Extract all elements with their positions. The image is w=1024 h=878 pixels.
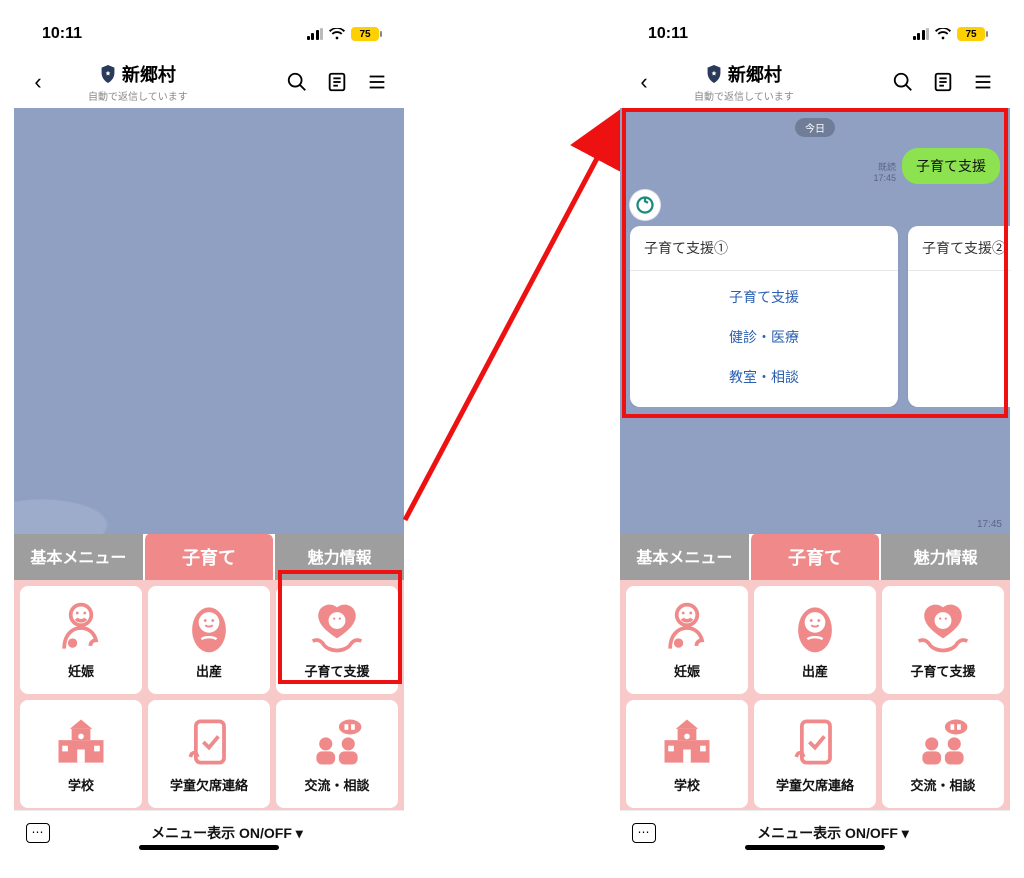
status-bar: 10:11 75 (620, 12, 1010, 56)
verified-shield-icon (100, 65, 116, 83)
notes-icon[interactable] (326, 71, 348, 93)
menu-item-label: 学童欠席連絡 (776, 775, 854, 794)
menu-item-birth[interactable]: 出産 (754, 586, 876, 694)
card-title: 子育て支援① (630, 226, 898, 271)
school-icon (657, 715, 717, 769)
exchange-icon (913, 715, 973, 769)
tab-basic[interactable]: 基本メニュー (14, 534, 143, 580)
sent-time: 17:45 (873, 173, 896, 184)
status-bar: 10:11 75 (14, 12, 404, 56)
wifi-icon (329, 28, 345, 40)
chat-title: 新郷村 (728, 61, 782, 87)
phone-screen-before: 10:11 75 ‹ 新郷村 自動で返信しています (14, 12, 404, 856)
card-link-support[interactable]: 子育て支援 (630, 277, 898, 317)
sent-message-row: 既読 17:45 子育て支援 (873, 148, 1000, 184)
menu-item-exchange[interactable]: 交流・相談 (882, 700, 1004, 808)
menu-toggle[interactable]: メニュー表示 ON/OFF ▾ (668, 823, 998, 843)
tab-childcare[interactable]: 子育て (749, 534, 880, 580)
date-pill: 今日 (795, 118, 835, 137)
tab-childcare[interactable]: 子育て (143, 534, 274, 580)
menu-item-label: 子育て支援 (910, 661, 975, 680)
school-icon (51, 715, 111, 769)
menu-item-label: 出産 (196, 661, 222, 680)
battery-icon: 75 (351, 27, 382, 41)
keyboard-icon[interactable] (26, 823, 50, 843)
chat-header: ‹ 新郷村 自動で返信しています (620, 56, 1010, 108)
pregnancy-icon (51, 601, 111, 655)
tab-attraction[interactable]: 魅力情報 (273, 534, 404, 580)
menu-item-label: 学校 (674, 775, 700, 794)
menu-item-pregnancy[interactable]: 妊娠 (626, 586, 748, 694)
exchange-icon (307, 715, 367, 769)
support-icon (913, 601, 973, 655)
menu-tabs: 基本メニュー 子育て 魅力情報 (620, 534, 1010, 580)
menu-item-label: 妊娠 (68, 661, 94, 680)
menu-item-school[interactable]: 学校 (626, 700, 748, 808)
sent-bubble[interactable]: 子育て支援 (902, 148, 1000, 184)
menu-item-label: 出産 (802, 661, 828, 680)
absence-icon (179, 715, 239, 769)
clock: 10:11 (42, 25, 82, 43)
arrow-indicator (395, 100, 635, 530)
menu-item-birth[interactable]: 出産 (148, 586, 270, 694)
home-indicator (139, 845, 279, 850)
verified-shield-icon (706, 65, 722, 83)
pregnancy-icon (657, 601, 717, 655)
absence-icon (785, 715, 845, 769)
back-button[interactable]: ‹ (24, 69, 52, 95)
menu-icon[interactable] (972, 71, 994, 93)
rich-menu: 妊娠 出産 子育て支援 学校 学童欠席連絡 交流・相談 (620, 580, 1010, 810)
signal-icon (307, 28, 324, 40)
search-icon[interactable] (286, 71, 308, 93)
card-link-medical[interactable]: 健診・医療 (630, 317, 898, 357)
birth-icon (785, 601, 845, 655)
menu-item-support[interactable]: 子育て支援 (882, 586, 1004, 694)
menu-icon[interactable] (366, 71, 388, 93)
battery-icon: 75 (957, 27, 988, 41)
chat-subtitle: 自動で返信しています (88, 88, 188, 103)
birth-icon (179, 601, 239, 655)
phone-screen-after: 10:11 75 ‹ 新郷村 自動で返信しています (620, 12, 1010, 856)
bot-avatar[interactable] (630, 190, 660, 220)
chat-area[interactable] (14, 108, 404, 534)
menu-item-label: 子育て支援 (304, 661, 369, 680)
chat-title: 新郷村 (122, 61, 176, 87)
menu-item-exchange[interactable]: 交流・相談 (276, 700, 398, 808)
chat-area[interactable]: 今日 既読 17:45 子育て支援 子育て支援① 子育て支援 健診・医療 教室・… (620, 108, 1010, 534)
tab-basic[interactable]: 基本メニュー (620, 534, 749, 580)
read-label: 既読 (873, 162, 896, 173)
carousel-cards[interactable]: 子育て支援① 子育て支援 健診・医療 教室・相談 子育て支援② 奨学 (630, 226, 1010, 407)
wifi-icon (935, 28, 951, 40)
support-icon (307, 601, 367, 655)
chat-header: ‹ 新郷村 自動で返信しています (14, 56, 404, 108)
chat-subtitle: 自動で返信しています (694, 88, 794, 103)
clock: 10:11 (648, 25, 688, 43)
card-support-2: 子育て支援② 奨学 (908, 226, 1010, 407)
menu-item-school[interactable]: 学校 (20, 700, 142, 808)
card-support-1: 子育て支援① 子育て支援 健診・医療 教室・相談 (630, 226, 898, 407)
menu-item-absence[interactable]: 学童欠席連絡 (754, 700, 876, 808)
tab-attraction[interactable]: 魅力情報 (879, 534, 1010, 580)
menu-item-support[interactable]: 子育て支援 (276, 586, 398, 694)
reply-time: 17:45 (977, 519, 1002, 530)
menu-item-label: 妊娠 (674, 661, 700, 680)
menu-item-label: 学童欠席連絡 (170, 775, 248, 794)
menu-item-label: 学校 (68, 775, 94, 794)
rich-menu: 妊娠 出産 子育て支援 学校 学童欠席連絡 交流・相談 (14, 580, 404, 810)
back-button[interactable]: ‹ (630, 69, 658, 95)
menu-item-pregnancy[interactable]: 妊娠 (20, 586, 142, 694)
keyboard-icon[interactable] (632, 823, 656, 843)
menu-item-label: 交流・相談 (910, 775, 975, 794)
search-icon[interactable] (892, 71, 914, 93)
signal-icon (913, 28, 930, 40)
menu-tabs: 基本メニュー 子育て 魅力情報 (14, 534, 404, 580)
menu-item-absence[interactable]: 学童欠席連絡 (148, 700, 270, 808)
menu-item-label: 交流・相談 (304, 775, 369, 794)
card-link-scholarship[interactable]: 奨学 (908, 277, 1010, 317)
menu-toggle[interactable]: メニュー表示 ON/OFF ▾ (62, 823, 392, 843)
card-title: 子育て支援② (908, 226, 1010, 271)
notes-icon[interactable] (932, 71, 954, 93)
home-indicator (745, 845, 885, 850)
card-link-class[interactable]: 教室・相談 (630, 357, 898, 397)
